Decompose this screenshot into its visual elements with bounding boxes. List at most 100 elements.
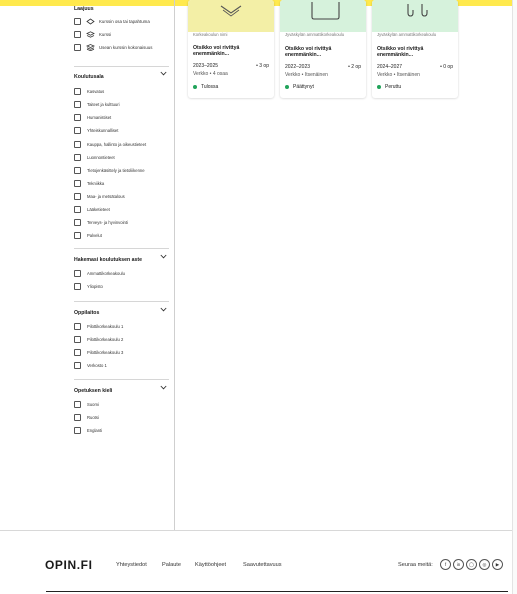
footer-link-help[interactable]: Käyttöohjeet [195,562,226,568]
checkbox[interactable] [74,87,81,95]
checkbox[interactable] [74,282,81,290]
checkbox[interactable] [74,153,81,161]
status-label: Päättynyt [293,84,314,90]
filter-option-institution[interactable]: Pilottikorkeakoulu 1 [74,322,123,330]
filter-option-label: Tekniikka [87,180,105,186]
checkbox[interactable] [74,426,81,434]
filter-option-label: Kurssin osa tai tapahtuma [99,18,150,24]
footer-divider [0,530,517,531]
filter-option-language[interactable]: Suomi [74,400,99,408]
checkbox[interactable] [74,140,81,148]
checkbox[interactable] [74,269,81,277]
checkbox[interactable] [74,400,81,408]
filter-option-field[interactable]: Tekniikka [74,179,104,187]
filter-option-course[interactable]: Kurssi [74,30,111,38]
course-card-mode: Verkko • Itsenäinen [377,72,420,78]
course-stack-icon [86,43,95,51]
filter-option-label: Ruotsi [87,414,99,420]
checkbox[interactable] [74,322,81,330]
filter-option-label: Kurssi [99,31,112,37]
filter-option-field[interactable]: Yhteiskunnalliset [74,126,118,134]
filter-option-label: Terveys- ja hyvinvointi [87,219,128,225]
course-part-icon [86,18,95,24]
youtube-icon[interactable]: ▶ [492,559,503,570]
course-card-mode: Verkko • Itsenäinen [285,72,328,78]
filter-sidebar: Laajuus Kurssin osa tai tapahtuma Kurssi… [61,0,173,530]
twitter-icon[interactable]: ◯ [466,559,477,570]
course-card-status: Päättynyt [285,84,314,90]
checkbox[interactable] [74,179,81,187]
filter-option-language[interactable]: Englanti [74,426,102,434]
filter-option-label: Kauppa, hallinto ja oikeustieteet [87,141,147,147]
filter-option-label: Tietojenkäsittely ja tietoliikenne [87,167,145,173]
filter-option-field[interactable]: Humanistiset [74,113,111,121]
linkedin-icon[interactable]: in [453,559,464,570]
checkbox[interactable] [74,205,81,213]
sidebar-divider [174,0,175,530]
filter-option-level[interactable]: Yliopisto [74,282,103,290]
follow-label: Seuraa meitä: [398,562,433,568]
footer-link-feedback[interactable]: Palaute [162,562,181,568]
checkbox[interactable] [74,192,81,200]
filter-option-label: Maa- ja metsätalous [87,193,125,199]
checkbox[interactable] [74,231,81,239]
checkbox[interactable] [74,100,81,108]
checkbox[interactable] [74,30,81,38]
filter-option-course-stack[interactable]: Usean kurssin kokonaisuus [74,43,152,51]
footer-bottom-divider [46,591,508,592]
filter-option-institution[interactable]: Pilottikorkeakoulu 3 [74,348,123,356]
filter-option-field[interactable]: Terveys- ja hyvinvointi [74,218,128,226]
filter-option-level[interactable]: Ammattikorkeakoulu [74,269,125,277]
filter-option-institution[interactable]: Pilottikorkeakoulu 2 [74,335,123,343]
course-card-image [372,0,458,32]
filter-option-field[interactable]: Lääketieteet [74,205,110,213]
filter-option-field[interactable]: Palvelut [74,231,102,239]
filter-option-field[interactable]: Kauppa, hallinto ja oikeustieteet [74,140,146,148]
course-card-title[interactable]: Otsikko voi rivittyä enemmänkin... [377,46,455,59]
checkbox[interactable] [74,17,81,25]
chevron-down-icon[interactable] [160,385,167,390]
chevron-down-icon[interactable] [160,307,167,312]
course-card-title[interactable]: Otsikko voi rivittyä enemmänkin... [285,46,363,59]
checkbox[interactable] [74,43,81,51]
footer-link-contact[interactable]: Yhteystiedot [116,562,147,568]
filter-option-field[interactable]: Luonnontieteet [74,153,115,161]
course-card-credits: • 3 op [256,63,269,69]
filter-option-field[interactable]: Taiteet ja kulttuuri [74,100,120,108]
checkbox[interactable] [74,166,81,174]
section-divider [74,248,169,249]
filter-option-label: Englanti [87,427,103,433]
checkbox[interactable] [74,335,81,343]
chevron-down-icon[interactable] [160,71,167,76]
checkbox[interactable] [74,126,81,134]
filter-option-institution[interactable]: Verkosto 1 [74,361,107,369]
filter-option-course-part[interactable]: Kurssin osa tai tapahtuma [74,17,150,25]
course-card[interactable]: Jyväskylän ammattikorkeakoulu Otsikko vo… [372,0,458,98]
filter-option-language[interactable]: Ruotsi [74,413,99,421]
checkbox[interactable] [74,361,81,369]
course-card-credits: • 0 op [440,64,453,70]
footer-link-accessibility[interactable]: Saavutettavuus [243,562,282,568]
filter-option-field[interactable]: Tietojenkäsittely ja tietoliikenne [74,166,145,174]
site-logo[interactable]: OPIN.FI [45,558,93,572]
course-card-image [188,0,274,32]
filter-group-title-language: Opetuksen kieli [74,388,113,394]
page-scrollbar[interactable] [512,0,517,594]
filter-option-label: Yhteiskunnalliset [87,127,119,133]
facebook-icon[interactable]: f [440,559,451,570]
checkbox[interactable] [74,413,81,421]
filter-option-label: Pilottikorkeakoulu 1 [87,323,124,329]
course-card[interactable]: Jyväskylän ammattikorkeakoulu Otsikko vo… [280,0,366,98]
course-card-status: Tulossa [193,84,218,90]
course-card[interactable]: Korkeakoulun nimi Otsikko voi rivittyä e… [188,0,274,98]
filter-option-field[interactable]: Kasvatus [74,87,104,95]
course-card-title[interactable]: Otsikko voi rivittyä enemmänkin... [193,45,271,58]
checkbox[interactable] [74,348,81,356]
section-divider [74,379,169,380]
chevron-down-icon[interactable] [160,254,167,259]
course-card-credits: • 2 op [348,64,361,70]
instagram-icon[interactable]: ◎ [479,559,490,570]
checkbox[interactable] [74,113,81,121]
checkbox[interactable] [74,218,81,226]
filter-option-field[interactable]: Maa- ja metsätalous [74,192,125,200]
